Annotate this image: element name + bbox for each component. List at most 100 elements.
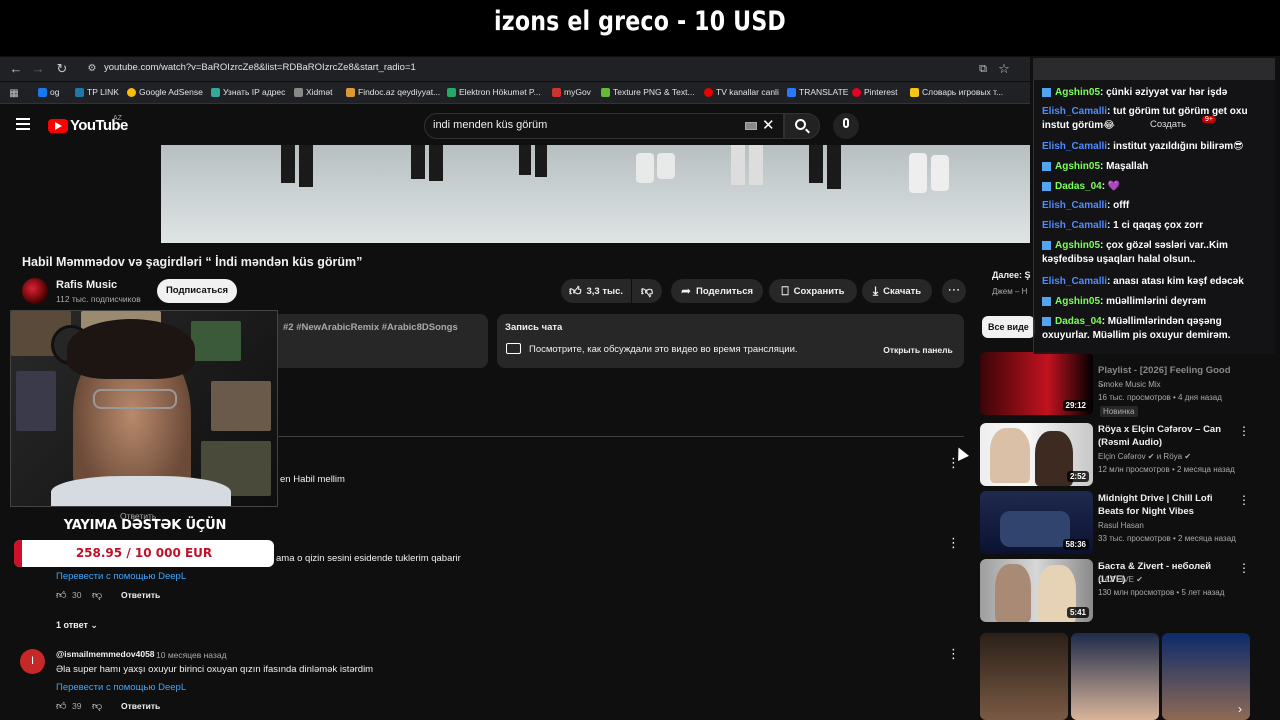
streamer-webcam <box>10 310 278 507</box>
share-button[interactable]: ➦ Поделиться <box>671 279 763 303</box>
bookmark-item[interactable]: Xidmət <box>294 87 332 97</box>
chevron-down-icon: ⌄ <box>90 620 98 630</box>
video-channel[interactable]: GAZ LIVE ✔ <box>1098 575 1143 584</box>
bookmark-item[interactable]: Pinterest <box>852 87 898 97</box>
video-menu-icon[interactable]: ⋮ <box>1238 493 1250 507</box>
bookmark-star-icon[interactable]: ☆ <box>996 61 1012 77</box>
divider <box>278 436 964 437</box>
next-subtitle: Джем – Н <box>992 287 1028 296</box>
short-thumbnail[interactable] <box>980 633 1068 720</box>
back-icon[interactable]: ← <box>8 61 24 77</box>
comment-menu-icon[interactable]: ⋮ <box>947 535 960 551</box>
new-badge: Новинка <box>1100 406 1138 417</box>
donation-goal-value: 258.95 / 10 000 EUR <box>75 546 213 560</box>
thumbs-down-icon[interactable]: 👎︎ <box>92 700 102 712</box>
video-title[interactable]: Röya x Elçin Cəfərov – Can (Rəsmi Audio) <box>1098 423 1234 449</box>
open-chat-panel-button[interactable]: Открыть панель <box>879 342 957 359</box>
comment-author-avatar[interactable]: I <box>20 649 45 674</box>
comment-menu-icon[interactable]: ⋮ <box>947 455 960 471</box>
bookmark-item[interactable]: Texture PNG & Text... <box>601 87 695 97</box>
video-meta: 12 млн просмотров • 2 месяца назад <box>1098 465 1235 474</box>
channel-name[interactable]: Rafis Music <box>56 279 117 291</box>
download-icon: ⤓ <box>872 283 879 298</box>
chip-all[interactable]: Все виде <box>982 316 1035 338</box>
comment-menu-icon[interactable]: ⋮ <box>947 646 960 662</box>
video-thumbnail[interactable]: 58:36 <box>980 491 1093 554</box>
video-channel[interactable]: Rasul Hasan <box>1098 521 1144 530</box>
channel-avatar[interactable] <box>22 278 48 304</box>
chat-replay-title: Запись чата <box>505 322 563 333</box>
url-field[interactable]: youtube.com/watch?v=BaROIzrcZe8&list=RDB… <box>104 62 416 73</box>
bookmark-item[interactable]: Elektron Hökumət P... <box>447 87 541 97</box>
menu-icon[interactable] <box>16 118 30 130</box>
youtube-logo-icon[interactable] <box>48 119 68 133</box>
comment-likes: 39 <box>72 701 82 711</box>
thumbs-up-icon[interactable]: 👍︎ <box>56 700 66 712</box>
replies-toggle[interactable]: 1 ответ ⌄ <box>56 620 98 631</box>
download-button[interactable]: ⤓ Скачать <box>862 279 932 303</box>
site-info-icon[interactable]: ⚙ <box>84 61 100 77</box>
save-icon: ⎕ <box>781 283 789 298</box>
video-meta: 16 тыс. просмотров • 4 дня назад <box>1098 393 1222 402</box>
like-button[interactable]: 👍︎ 3,3 тыс. <box>561 279 631 303</box>
comment-likes: 30 <box>72 590 82 600</box>
install-icon[interactable]: ⧉ <box>975 61 991 77</box>
bookmark-item[interactable]: TRANSLATE <box>787 87 848 97</box>
bookmark-item[interactable]: Узнать IP адрес <box>211 87 285 97</box>
description-tags[interactable]: #2 #NewArabicRemix #Arabic8DSongs <box>283 322 458 333</box>
video-channel[interactable]: Smoke Music Mix <box>1098 380 1161 389</box>
reply-button[interactable]: Ответить <box>121 590 160 600</box>
keyboard-icon[interactable] <box>745 122 757 130</box>
chat-message: Elish_Camalli: tut görüm tut görüm get o… <box>1042 106 1248 131</box>
chat-message: Agshin05: Maşallah <box>1042 160 1257 174</box>
search-query[interactable]: indi menden küs görüm <box>433 119 547 131</box>
chat-message: Elish_Camalli: offf <box>1042 200 1130 211</box>
translate-link[interactable]: Перевести с помощью DeepL <box>56 682 186 693</box>
more-actions-icon[interactable]: ⋯ <box>942 279 966 303</box>
save-button[interactable]: ⎕ Сохранить <box>769 279 857 303</box>
thumbs-up-icon: 👍︎ <box>568 283 582 298</box>
forward-icon[interactable]: → <box>30 61 46 77</box>
video-channel[interactable]: Elçin Cəfərov ✔ и Röya ✔ <box>1098 452 1191 461</box>
subscribe-button[interactable]: Подписаться <box>157 279 237 303</box>
next-label: Далее: Ş <box>992 270 1031 280</box>
bookmark-item[interactable]: TP LINK <box>75 87 119 97</box>
chevron-right-icon[interactable]: › <box>1238 702 1242 716</box>
reload-icon[interactable]: ↻ <box>54 61 70 77</box>
mic-icon <box>843 118 849 128</box>
video-thumbnail[interactable]: 29:12 <box>980 352 1093 415</box>
video-title[interactable]: Midnight Drive | Chill Lofi Beats for Ni… <box>1098 492 1234 518</box>
chat-replay-box <box>497 314 964 368</box>
subscriber-count: 112 тыс. подписчиков <box>56 294 141 304</box>
video-player[interactable] <box>161 145 1030 243</box>
clear-search-icon[interactable]: ✕ <box>762 116 775 134</box>
reply-button[interactable]: Ответить <box>121 701 160 711</box>
comment-author[interactable]: @ismailmemmedov4058 <box>56 649 155 659</box>
bookmark-item[interactable]: Словарь игровых т... <box>910 87 1003 97</box>
bookmark-item[interactable]: TV kanallar canli <box>704 87 779 97</box>
translate-link[interactable]: Перевести с помощью DeepL <box>56 571 186 582</box>
short-thumbnail[interactable] <box>1071 633 1159 720</box>
video-menu-icon[interactable]: ⋮ <box>1238 424 1250 438</box>
comment-text: ama o qizin sesini esidende tuklerim qab… <box>276 553 461 564</box>
stream-banner-text: izons el greco - 10 USD <box>494 6 786 37</box>
chat-message: Agshin05: müəllimlərini deyrəm <box>1042 295 1257 309</box>
thumbs-down-icon[interactable]: 👎︎ <box>92 589 102 601</box>
bookmark-item[interactable]: myGov <box>552 87 591 97</box>
share-icon: ➦ <box>680 284 692 298</box>
video-menu-icon[interactable]: ⋮ <box>1238 561 1250 575</box>
dislike-button[interactable]: 👎︎ <box>632 279 662 303</box>
chat-replay-desc: Посмотрите, как обсуждали это видео во в… <box>529 344 798 355</box>
comment-text: en Habil mellim <box>280 474 345 485</box>
bookmark-item[interactable]: Findoc.az qeydiyyat... <box>346 87 440 97</box>
thumbs-up-icon[interactable]: 👍︎ <box>56 589 66 601</box>
video-meta: 33 тыс. просмотров • 2 месяца назад <box>1098 534 1236 543</box>
apps-grid-icon[interactable]: ▦ <box>6 86 22 102</box>
bookmark-item[interactable]: Google AdSense <box>127 87 203 97</box>
video-title: Habil Məmmədov və şagirdləri “ İndi mənd… <box>22 255 363 269</box>
video-thumbnail[interactable]: 5:41 <box>980 559 1093 622</box>
comment-time[interactable]: 10 месяцев назад <box>156 650 227 660</box>
video-thumbnail[interactable]: 2:52 <box>980 423 1093 486</box>
bookmark-item[interactable]: og <box>38 87 59 97</box>
short-thumbnail[interactable] <box>1162 633 1250 720</box>
